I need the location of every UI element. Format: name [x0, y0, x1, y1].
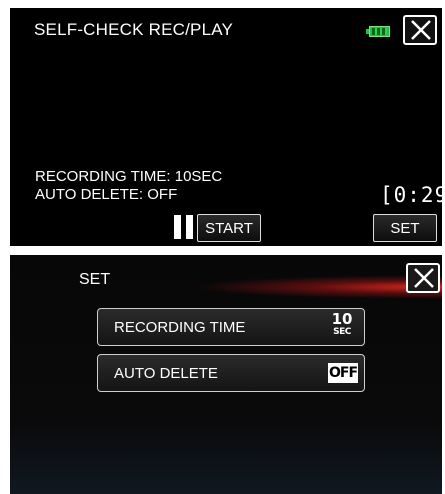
pause-icon [174, 215, 194, 239]
self-check-screen: SELF-CHECK REC/PLAY RECORDING TIME: 10SE… [10, 8, 445, 246]
recording-time-menu-item[interactable]: RECORDING TIME 10 SEC [97, 308, 365, 346]
close-button[interactable] [406, 263, 440, 293]
close-icon [414, 268, 434, 288]
auto-delete-menu-item[interactable]: AUTO DELETE OFF [97, 354, 365, 392]
menu-item-label: AUTO DELETE [114, 365, 218, 382]
recording-time-text: RECORDING TIME: 10SEC [35, 168, 223, 185]
set-menu-screen: SET RECORDING TIME 10 SEC AUTO DELETE OF… [10, 255, 442, 494]
remaining-time-counter: [0:29] [380, 183, 445, 207]
screen-title: SELF-CHECK REC/PLAY [34, 20, 234, 39]
header-glow [190, 275, 442, 299]
start-button[interactable]: START [197, 214, 261, 242]
ten-sec-icon: 10 SEC [331, 310, 353, 338]
set-button[interactable]: SET [373, 214, 437, 242]
close-button[interactable] [403, 15, 437, 45]
settings-summary: RECORDING TIME: 10SEC AUTO DELETE: OFF [35, 168, 222, 204]
menu-item-label: RECORDING TIME [114, 319, 246, 336]
battery-full-icon [366, 26, 390, 37]
off-icon: OFF [328, 363, 358, 383]
auto-delete-text: AUTO DELETE: OFF [35, 186, 178, 203]
screen-title: SET [79, 271, 111, 288]
close-icon [411, 20, 431, 40]
